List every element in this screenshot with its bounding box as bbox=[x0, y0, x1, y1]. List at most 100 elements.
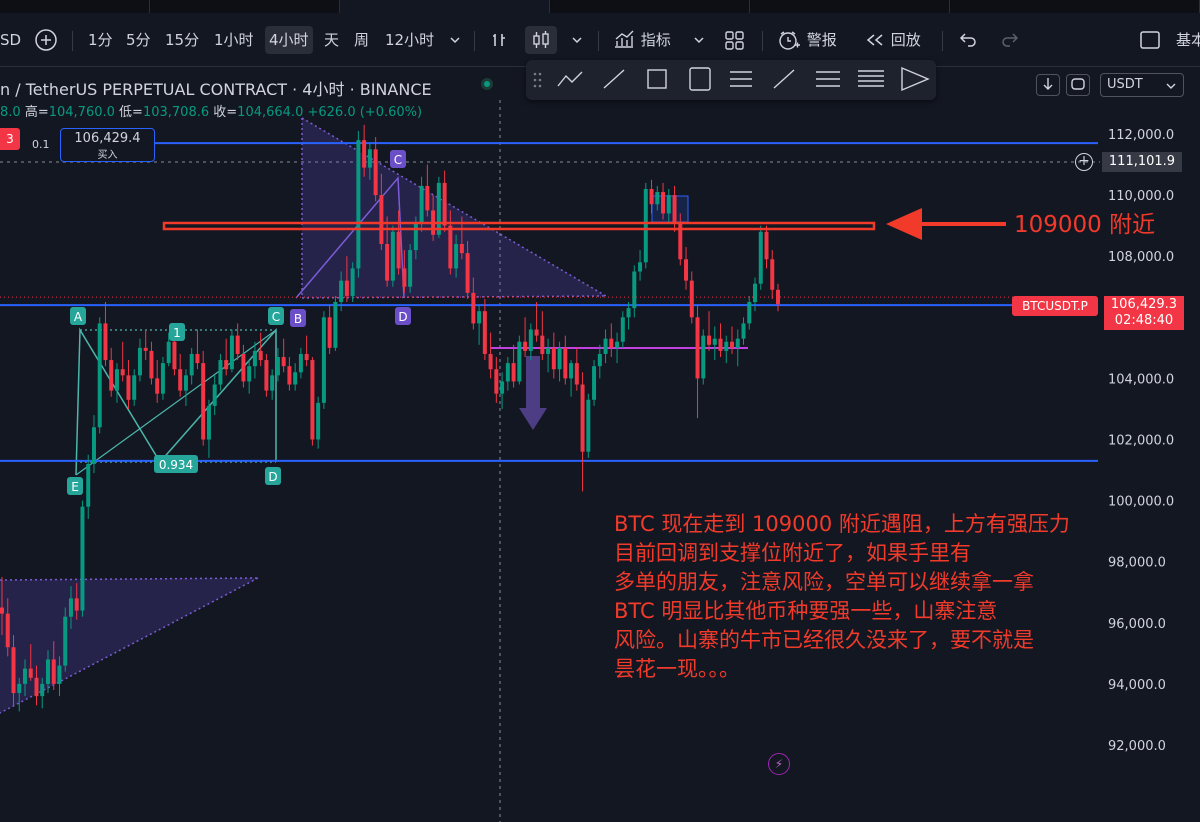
alert-button[interactable]: 警报 bbox=[776, 26, 837, 54]
bcd-pattern bbox=[295, 176, 405, 299]
candle-body bbox=[258, 350, 263, 361]
currency-select[interactable]: USDT bbox=[1100, 73, 1184, 97]
lightning-icon[interactable]: ⚡ bbox=[768, 753, 790, 775]
candle-body bbox=[569, 363, 574, 379]
candle-body bbox=[143, 347, 148, 351]
candle-body bbox=[482, 311, 487, 354]
chevron-down-icon bbox=[450, 37, 460, 44]
fullscreen-button[interactable] bbox=[1138, 26, 1162, 54]
layouts-button[interactable] bbox=[724, 26, 746, 54]
candle-body bbox=[620, 317, 625, 342]
status-dot-icon bbox=[481, 78, 493, 90]
toolbar-separator bbox=[598, 31, 599, 51]
price-chart[interactable]: 112,000.0110,000.0108,000.0106,000.0104,… bbox=[0, 0, 1200, 822]
trend-line-tool-icon[interactable] bbox=[603, 69, 625, 89]
candle-body bbox=[247, 366, 252, 382]
interval-15m[interactable]: 15分 bbox=[165, 26, 199, 54]
interval-5m[interactable]: 5分 bbox=[126, 26, 151, 54]
arrow-down-icon bbox=[1043, 78, 1053, 90]
redo-button[interactable] bbox=[1000, 26, 1022, 54]
price-range-tool-icon[interactable] bbox=[689, 67, 711, 91]
rectangle-tool-icon[interactable] bbox=[647, 69, 667, 89]
browser-tab[interactable] bbox=[750, 0, 950, 13]
candle-body bbox=[523, 341, 528, 351]
drag-handle-icon[interactable] bbox=[533, 72, 542, 88]
candle-body bbox=[109, 360, 114, 391]
indicators-icon bbox=[615, 30, 634, 48]
range-box bbox=[651, 195, 689, 223]
pattern-label-bg bbox=[268, 307, 284, 325]
browser-tab[interactable] bbox=[0, 0, 150, 13]
add-symbol-button[interactable] bbox=[34, 26, 58, 54]
candle-body bbox=[747, 302, 752, 324]
candle-body bbox=[333, 302, 338, 348]
candle-body bbox=[293, 372, 298, 385]
interval-1w[interactable]: 周 bbox=[354, 26, 369, 54]
y-tick-label: 112,000.0 bbox=[1108, 128, 1174, 143]
fib-retracement-tool-icon[interactable] bbox=[730, 71, 752, 87]
candle-body bbox=[57, 665, 62, 684]
triangle-edge bbox=[0, 577, 259, 714]
candle-body bbox=[431, 210, 436, 235]
low-label: 低= bbox=[119, 105, 143, 120]
toolbar-separator bbox=[762, 31, 763, 51]
fib-levels-tool-icon[interactable] bbox=[816, 71, 840, 87]
chart-type-dropdown[interactable] bbox=[570, 26, 584, 54]
buy-order-button[interactable]: 106,429.4 买入 bbox=[60, 128, 155, 162]
indicators-button[interactable]: 指标 bbox=[612, 26, 671, 54]
candle-body bbox=[22, 668, 27, 684]
resistance-callout: 109000 附近 bbox=[1014, 212, 1156, 238]
interval-dropdown[interactable] bbox=[448, 26, 462, 54]
candle-body bbox=[229, 335, 234, 370]
triangle-pattern-lower bbox=[0, 578, 258, 713]
candle-body bbox=[465, 253, 470, 293]
candle-body bbox=[28, 668, 33, 678]
add-alert-plus-icon[interactable]: + bbox=[1075, 153, 1093, 171]
candle-body bbox=[97, 323, 102, 428]
replay-button[interactable]: 回放 bbox=[864, 26, 921, 54]
pattern-label-bg bbox=[70, 307, 86, 325]
candle-chart-type-button[interactable] bbox=[525, 26, 557, 54]
candle-body bbox=[689, 280, 694, 318]
chevron-down-icon bbox=[694, 37, 704, 44]
browser-tab[interactable] bbox=[950, 0, 1200, 13]
interval-4h[interactable]: 4小时 bbox=[265, 26, 313, 54]
candle-body bbox=[753, 283, 758, 303]
parallel-channel-tool-icon[interactable] bbox=[773, 69, 795, 89]
candle-body bbox=[666, 195, 671, 214]
scroll-down-button[interactable] bbox=[1036, 74, 1060, 96]
indicators-dropdown[interactable] bbox=[692, 26, 706, 54]
interval-12h[interactable]: 12小时 bbox=[385, 26, 434, 54]
undo-button[interactable] bbox=[956, 26, 978, 54]
candle-body bbox=[91, 427, 96, 464]
candle-body bbox=[189, 353, 194, 376]
interval-1d[interactable]: 天 bbox=[324, 26, 339, 54]
candle-body bbox=[477, 311, 482, 324]
candle-body bbox=[597, 353, 602, 367]
lines-tool-icon[interactable] bbox=[858, 70, 884, 87]
candle-body bbox=[459, 243, 464, 254]
data-status-indicator bbox=[475, 74, 499, 96]
candle-body bbox=[218, 360, 223, 385]
sync-button[interactable] bbox=[1066, 74, 1090, 96]
symbol-button[interactable]: SD bbox=[0, 26, 21, 54]
y-tick-label: 100,000.0 bbox=[1108, 495, 1174, 510]
layout-name[interactable]: 基本 bbox=[1176, 26, 1200, 54]
interval-1h[interactable]: 1小时 bbox=[214, 26, 254, 54]
bar-countdown: 02:48:40 bbox=[1114, 313, 1174, 328]
open-value: 8.0 bbox=[0, 105, 21, 120]
browser-tab-active[interactable] bbox=[340, 0, 550, 13]
candle-body bbox=[649, 188, 654, 205]
interval-1m[interactable]: 1分 bbox=[88, 26, 113, 54]
sell-order-tag[interactable]: 3 bbox=[0, 128, 20, 150]
candle-body bbox=[86, 463, 91, 507]
pitchfork-tool-icon[interactable] bbox=[901, 66, 930, 92]
candle-body bbox=[408, 250, 413, 287]
bar-chart-type-button[interactable] bbox=[490, 26, 510, 54]
browser-tab[interactable] bbox=[150, 0, 340, 13]
candle-body bbox=[103, 323, 108, 361]
candle-body bbox=[730, 341, 735, 348]
polyline-tool-icon[interactable] bbox=[557, 71, 583, 87]
candle-body bbox=[500, 381, 505, 394]
browser-tab[interactable] bbox=[550, 0, 750, 13]
